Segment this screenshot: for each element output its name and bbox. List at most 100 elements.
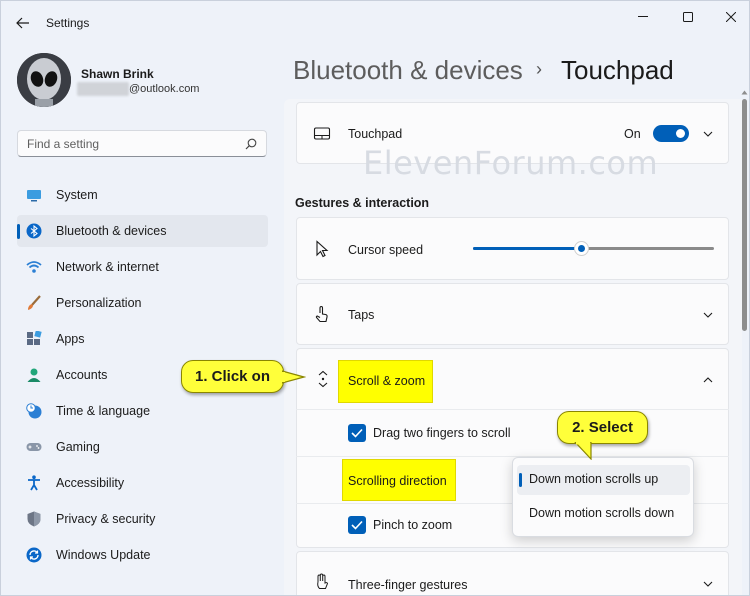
email-redaction (77, 82, 129, 96)
toggle-state-label: On (624, 127, 641, 141)
slider-thumb[interactable] (574, 241, 589, 256)
search-icon (245, 138, 257, 150)
accessibility-icon (28, 475, 40, 491)
gamepad-icon (26, 443, 42, 451)
maximize-button[interactable] (673, 7, 703, 27)
watermark: ElevenForum.com (363, 144, 659, 182)
sidebar-item-accessibility[interactable]: Accessibility (17, 467, 268, 499)
search-placeholder: Find a setting (27, 137, 100, 151)
callout-select: 2. Select (557, 411, 648, 444)
person-icon (27, 368, 41, 382)
sidebar-item-label: Apps (56, 332, 85, 346)
sidebar-item-label: Network & internet (56, 260, 159, 274)
scroll-up-arrow-icon[interactable] (741, 89, 748, 96)
scrolling-direction-dropdown[interactable]: Down motion scrolls up Down motion scrol… (512, 457, 694, 537)
sidebar-item-label: Privacy & security (56, 512, 156, 526)
sidebar-item-network[interactable]: Network & internet (17, 251, 268, 283)
taps-card[interactable]: Taps (296, 283, 729, 345)
avatar[interactable] (17, 53, 71, 107)
touchpad-toggle[interactable] (653, 125, 689, 142)
brush-icon (28, 295, 41, 310)
scrollbar-thumb[interactable] (742, 99, 747, 331)
section-title: Gestures & interaction (295, 196, 430, 210)
taps-label: Taps (348, 308, 375, 322)
scroll-icon (318, 370, 328, 388)
sidebar-item-label: Time & language (56, 404, 151, 418)
title-bar: Settings (1, 1, 749, 45)
dropdown-option-label: Down motion scrolls up (529, 472, 659, 486)
page-title: Touchpad (561, 55, 674, 85)
slider-fill (473, 247, 581, 250)
cursor-icon (316, 240, 329, 258)
toggle-knob (676, 129, 685, 138)
dropdown-option-label: Down motion scrolls down (529, 506, 675, 520)
back-button[interactable] (13, 13, 33, 33)
chevron-down-icon[interactable] (702, 578, 714, 590)
clock-globe-icon (26, 403, 42, 419)
sidebar-item-label: Windows Update (56, 548, 151, 562)
settings-window: Settings Shawn Brink @outlook.com Find a… (0, 0, 750, 596)
alien-avatar-icon (17, 53, 71, 107)
chevron-down-icon[interactable] (702, 309, 714, 321)
maximize-icon (683, 12, 693, 22)
tap-icon (315, 305, 328, 323)
sidebar-item-personalization[interactable]: Personalization (17, 287, 268, 319)
drag-two-fingers-checkbox[interactable] (348, 424, 366, 442)
scroll-zoom-label[interactable]: Scroll & zoom (348, 374, 425, 388)
user-name: Shawn Brink (81, 67, 154, 81)
drag-two-fingers-label: Drag two fingers to scroll (373, 426, 511, 440)
sidebar-item-privacy-security[interactable]: Privacy & security (17, 503, 268, 535)
sidebar-item-label: Gaming (56, 440, 100, 454)
three-finger-icon (317, 573, 329, 589)
dropdown-option-down-scrolls-down[interactable]: Down motion scrolls down (517, 499, 690, 529)
callout-text: 2. Select (572, 419, 633, 436)
sidebar-item-apps[interactable]: Apps (17, 323, 268, 355)
user-email: @outlook.com (129, 83, 200, 95)
sidebar-item-system[interactable]: System (17, 179, 268, 211)
sidebar-item-label: Accounts (56, 368, 108, 382)
checkmark-icon (351, 428, 363, 438)
three-finger-label: Three-finger gestures (348, 578, 468, 592)
breadcrumb-parent[interactable]: Bluetooth & devices (293, 55, 523, 86)
checkmark-icon (351, 520, 363, 530)
sidebar-item-bluetooth[interactable]: Bluetooth & devices (17, 215, 268, 247)
sidebar-item-label: Bluetooth & devices (56, 224, 167, 238)
pinch-to-zoom-checkbox[interactable] (348, 516, 366, 534)
touchpad-icon (313, 127, 331, 140)
breadcrumb-separator: › (536, 59, 542, 79)
wifi-icon (26, 261, 42, 273)
selection-indicator (519, 473, 522, 487)
sidebar-item-label: Accessibility (56, 476, 125, 490)
callout-text: 1. Click on (194, 368, 271, 385)
scrolling-direction-label: Scrolling direction (348, 474, 447, 488)
selection-indicator (17, 224, 20, 239)
slider-thumb-dot (578, 245, 585, 252)
sidebar-item-label: System (56, 188, 98, 202)
close-icon (726, 12, 736, 22)
minimize-button[interactable] (628, 7, 658, 27)
sidebar-item-windows-update[interactable]: Windows Update (17, 539, 268, 571)
callout-pointer-icon (282, 370, 306, 384)
system-icon (27, 190, 41, 202)
sidebar-item-time-language[interactable]: Time & language (17, 395, 268, 427)
dropdown-option-down-scrolls-up[interactable]: Down motion scrolls up (517, 465, 690, 495)
close-button[interactable] (716, 7, 746, 27)
cursor-speed-label: Cursor speed (348, 243, 424, 257)
sidebar-item-label: Personalization (56, 296, 142, 310)
touchpad-label: Touchpad (348, 127, 403, 141)
update-icon (26, 547, 42, 563)
callout-click-on: 1. Click on (181, 360, 284, 393)
bluetooth-icon (26, 223, 42, 239)
cursor-speed-slider[interactable] (473, 241, 714, 256)
callout-pointer-icon (574, 442, 592, 460)
app-title: Settings (46, 16, 90, 30)
three-finger-card[interactable]: Three-finger gestures (296, 551, 729, 595)
search-input[interactable]: Find a setting (17, 130, 267, 157)
chevron-up-icon[interactable] (702, 374, 714, 386)
back-arrow-icon (16, 17, 29, 29)
apps-icon (27, 331, 42, 345)
pinch-to-zoom-label: Pinch to zoom (373, 518, 453, 532)
chevron-down-icon[interactable] (702, 128, 714, 140)
shield-icon (27, 511, 41, 527)
sidebar-item-gaming[interactable]: Gaming (17, 431, 268, 463)
